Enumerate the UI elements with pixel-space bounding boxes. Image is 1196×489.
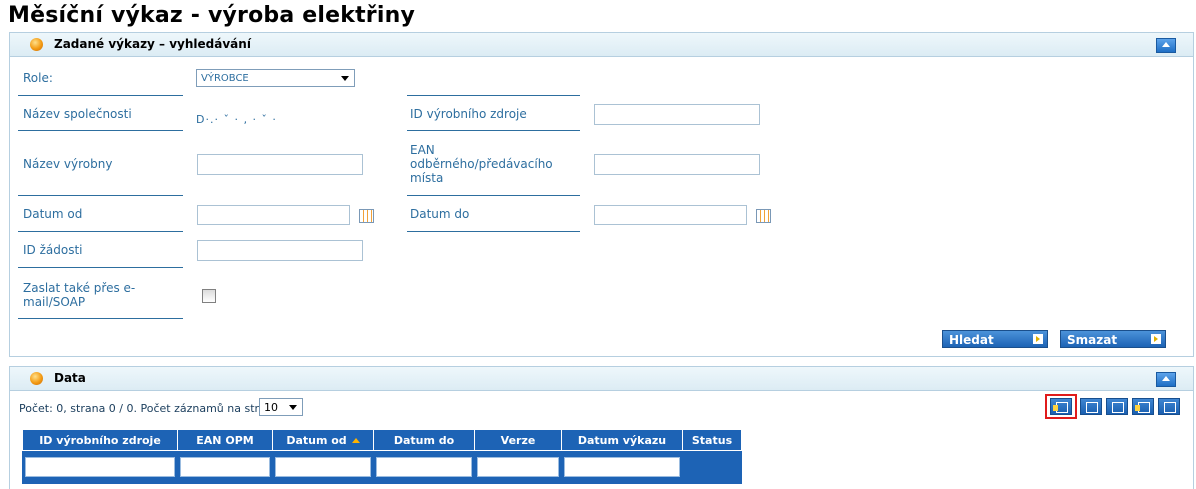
column-header-label: EAN OPM	[196, 433, 254, 447]
column-header-label: Verze	[500, 433, 536, 447]
plant-name-input[interactable]	[197, 154, 363, 175]
divider	[18, 195, 183, 196]
filter-input[interactable]	[477, 457, 559, 477]
divider	[407, 130, 580, 131]
search-panel-header: Zadané výkazy – vyhledávání	[10, 33, 1193, 57]
column-header-source-id[interactable]: ID výrobního zdroje	[22, 429, 178, 451]
data-panel-header: Data	[10, 367, 1193, 391]
divider	[18, 130, 183, 131]
divider	[18, 318, 183, 319]
paging-info: Počet: 0, strana 0 / 0. Počet záznamů na…	[19, 402, 286, 415]
date-to-label: Datum do	[410, 207, 470, 221]
orange-bullet-icon	[30, 372, 43, 385]
filter-cell[interactable]	[272, 450, 374, 484]
ean-label-line2: odběrného/předávacího	[410, 157, 553, 171]
column-header-ean[interactable]: EAN OPM	[177, 429, 273, 451]
calendar-icon[interactable]	[359, 209, 374, 223]
results-table: ID výrobního zdroje EAN OPM Datum od Dat…	[22, 429, 742, 484]
print-button[interactable]	[1158, 398, 1180, 415]
arrow-right-icon	[1033, 334, 1043, 344]
filter-cell	[682, 450, 742, 484]
collapse-data-panel-button[interactable]	[1156, 372, 1176, 387]
date-from-input[interactable]	[197, 205, 350, 225]
export-button[interactable]	[1132, 398, 1154, 415]
column-header-status[interactable]: Status	[682, 429, 742, 451]
collapse-search-panel-button[interactable]	[1156, 38, 1176, 53]
sort-ascending-icon	[351, 438, 360, 443]
column-header-date-to[interactable]: Datum do	[373, 429, 475, 451]
clear-button-label: Smazat	[1067, 333, 1118, 347]
column-header-label: Datum výkazu	[577, 433, 667, 447]
email-soap-label-line1: Zaslat také přes e-	[23, 281, 136, 295]
role-select-value: VÝROBCE	[201, 73, 249, 84]
date-from-label: Datum od	[23, 207, 83, 221]
role-select[interactable]: VÝROBCE	[196, 69, 355, 87]
column-header-report-date[interactable]: Datum výkazu	[561, 429, 683, 451]
divider	[407, 195, 580, 196]
filter-cell[interactable]	[22, 450, 178, 484]
company-name-label: Název společnosti	[23, 107, 132, 121]
export-icon-accent	[1135, 405, 1140, 411]
print-icon	[1164, 402, 1176, 413]
company-name-value: D·.· ˇ · ‚ · ˇ ·	[196, 113, 277, 126]
chevron-down-icon	[289, 405, 297, 410]
new-record-icon-accent	[1053, 405, 1058, 411]
divider	[407, 95, 580, 96]
column-header-date-from[interactable]: Datum od	[272, 429, 374, 451]
divider	[18, 95, 183, 96]
source-id-input[interactable]	[594, 104, 760, 125]
email-soap-checkbox[interactable]	[202, 289, 216, 303]
page-size-value: 10	[264, 401, 278, 414]
filter-cell[interactable]	[561, 450, 683, 484]
divider	[18, 231, 183, 232]
data-panel-title: Data	[54, 371, 86, 385]
edit-button[interactable]	[1080, 398, 1102, 415]
plant-name-label: Název výrobny	[23, 157, 113, 171]
ean-label-line3: místa	[410, 171, 444, 185]
clear-button[interactable]: Smazat	[1060, 330, 1166, 348]
search-button[interactable]: Hledat	[942, 330, 1048, 348]
column-header-version[interactable]: Verze	[474, 429, 562, 451]
edit-icon	[1086, 402, 1098, 413]
new-record-button[interactable]	[1050, 398, 1072, 415]
role-label: Role:	[23, 71, 53, 85]
page-size-select[interactable]: 10	[259, 398, 303, 416]
filter-input[interactable]	[564, 457, 680, 477]
delete-button[interactable]	[1106, 398, 1128, 415]
source-id-label: ID výrobního zdroje	[410, 107, 527, 121]
filter-row	[22, 450, 742, 484]
search-button-label: Hledat	[949, 333, 994, 347]
request-id-input[interactable]	[197, 240, 363, 261]
ean-input[interactable]	[594, 154, 760, 175]
ean-label-line1: EAN	[410, 143, 435, 157]
page-title: Měsíční výkaz - výroba elektřiny	[8, 3, 415, 28]
request-id-label: ID žádosti	[23, 243, 83, 257]
filter-input[interactable]	[25, 457, 175, 477]
email-soap-label-line2: mail/SOAP	[23, 295, 86, 309]
filter-input[interactable]	[275, 457, 371, 477]
column-header-label: Status	[691, 433, 733, 447]
column-header-label: Datum do	[393, 433, 455, 447]
filter-cell[interactable]	[373, 450, 475, 484]
table-header-row: ID výrobního zdroje EAN OPM Datum od Dat…	[22, 429, 742, 451]
delete-icon	[1112, 402, 1124, 413]
divider	[18, 267, 183, 268]
arrow-right-icon	[1151, 334, 1161, 344]
search-panel: Zadané výkazy – vyhledávání	[9, 32, 1194, 357]
search-panel-title: Zadané výkazy – vyhledávání	[54, 37, 251, 51]
filter-cell[interactable]	[474, 450, 562, 484]
calendar-icon[interactable]	[756, 209, 771, 223]
filter-cell[interactable]	[177, 450, 273, 484]
divider	[407, 231, 580, 232]
orange-bullet-icon	[30, 38, 43, 51]
filter-input[interactable]	[376, 457, 472, 477]
column-header-label: Datum od	[286, 433, 347, 447]
filter-input[interactable]	[180, 457, 270, 477]
column-header-label: ID výrobního zdroje	[39, 433, 161, 447]
chevron-down-icon	[341, 76, 349, 81]
date-to-input[interactable]	[594, 205, 747, 225]
